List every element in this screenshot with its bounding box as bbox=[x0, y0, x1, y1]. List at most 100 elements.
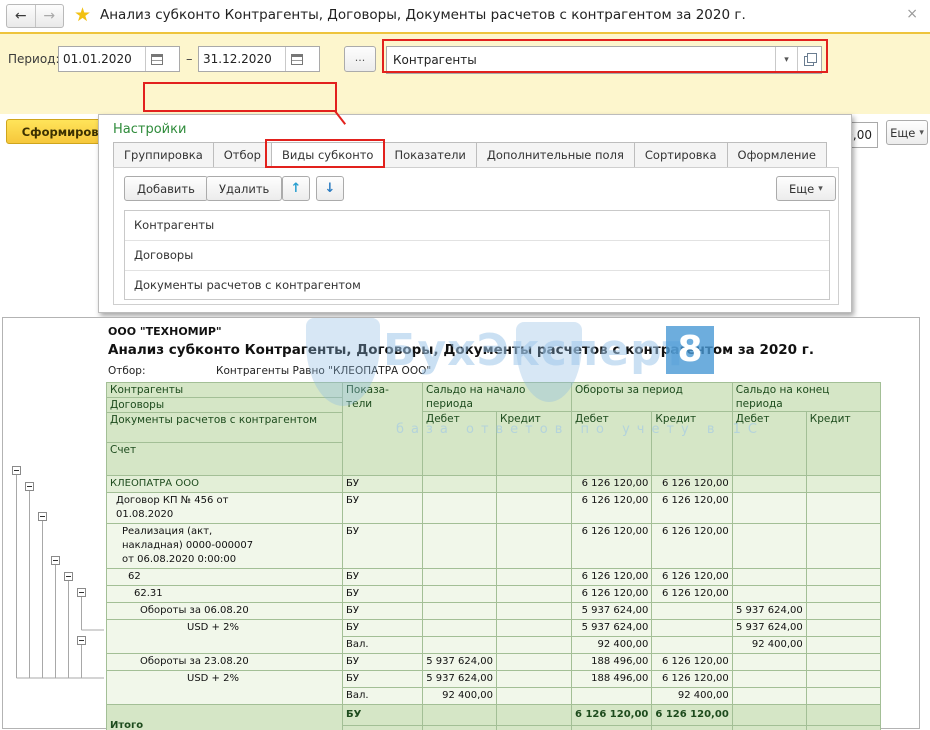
value-cell[interactable] bbox=[423, 524, 497, 569]
value-cell[interactable] bbox=[806, 637, 880, 654]
calendar-icon[interactable] bbox=[285, 47, 307, 71]
value-cell[interactable] bbox=[652, 603, 732, 620]
value-cell[interactable] bbox=[497, 726, 572, 730]
value-cell[interactable]: 6 126 120,00 bbox=[652, 705, 732, 726]
move-down-button[interactable]: ↓ bbox=[316, 176, 344, 201]
value-cell[interactable]: 5 937 624,00 bbox=[572, 620, 652, 637]
value-cell[interactable] bbox=[423, 603, 497, 620]
value-cell[interactable] bbox=[652, 637, 732, 654]
list-item[interactable]: Контрагенты bbox=[125, 211, 829, 241]
value-cell[interactable]: 6 126 120,00 bbox=[652, 524, 732, 569]
value-cell[interactable] bbox=[497, 524, 572, 569]
row-name-cell[interactable]: Итого bbox=[107, 705, 343, 730]
row-name-cell[interactable]: 62 bbox=[107, 569, 343, 586]
value-cell[interactable] bbox=[497, 603, 572, 620]
value-cell[interactable]: 92 400,00 bbox=[732, 637, 806, 654]
value-cell[interactable] bbox=[806, 620, 880, 637]
indicator-cell[interactable]: БУ bbox=[343, 671, 423, 688]
value-cell[interactable] bbox=[497, 476, 572, 493]
value-cell[interactable] bbox=[423, 586, 497, 603]
value-cell[interactable] bbox=[732, 586, 806, 603]
value-cell[interactable] bbox=[806, 569, 880, 586]
value-cell[interactable]: 6 126 120,00 bbox=[572, 524, 652, 569]
period-to-input[interactable] bbox=[199, 52, 285, 66]
value-cell[interactable] bbox=[423, 705, 497, 726]
tree-collapse-button[interactable] bbox=[25, 482, 34, 491]
value-cell[interactable] bbox=[497, 620, 572, 637]
indicator-cell[interactable]: БУ bbox=[343, 603, 423, 620]
value-cell[interactable]: 92 400,00 bbox=[572, 726, 652, 730]
tree-collapse-button[interactable] bbox=[64, 572, 73, 581]
value-cell[interactable]: 6 126 120,00 bbox=[652, 671, 732, 688]
subconto-combo-input[interactable] bbox=[387, 47, 775, 73]
value-cell[interactable] bbox=[423, 620, 497, 637]
value-cell[interactable] bbox=[732, 476, 806, 493]
row-name-cell[interactable]: Договор КП № 456 от 01.08.2020 bbox=[107, 493, 343, 524]
tab-appearance[interactable]: Оформление bbox=[728, 142, 827, 168]
value-cell[interactable] bbox=[497, 493, 572, 524]
tab-filter[interactable]: Отбор bbox=[214, 142, 272, 168]
value-cell[interactable]: 188 496,00 bbox=[572, 671, 652, 688]
value-cell[interactable] bbox=[497, 671, 572, 688]
tab-sorting[interactable]: Сортировка bbox=[635, 142, 728, 168]
row-name-cell[interactable]: USD + 2% bbox=[107, 671, 343, 705]
value-cell[interactable]: 6 126 120,00 bbox=[652, 586, 732, 603]
tree-collapse-button[interactable] bbox=[77, 636, 86, 645]
value-cell[interactable]: 92 400,00 bbox=[423, 688, 497, 705]
value-cell[interactable]: 5 937 624,00 bbox=[423, 654, 497, 671]
value-cell[interactable] bbox=[572, 688, 652, 705]
calendar-icon[interactable] bbox=[145, 47, 167, 71]
indicator-cell[interactable]: Вал. bbox=[343, 726, 423, 730]
value-cell[interactable] bbox=[806, 586, 880, 603]
value-cell[interactable] bbox=[806, 476, 880, 493]
row-name-cell[interactable]: 62.31 bbox=[107, 586, 343, 603]
value-cell[interactable]: 6 126 120,00 bbox=[652, 569, 732, 586]
chevron-down-icon[interactable]: ▾ bbox=[775, 47, 797, 73]
value-cell[interactable] bbox=[806, 705, 880, 726]
tree-collapse-button[interactable] bbox=[51, 556, 60, 565]
more-button-settings[interactable]: Еще▾ bbox=[776, 176, 836, 201]
value-cell[interactable] bbox=[732, 671, 806, 688]
value-cell[interactable] bbox=[732, 688, 806, 705]
value-cell[interactable]: 6 126 120,00 bbox=[652, 654, 732, 671]
value-cell[interactable] bbox=[423, 493, 497, 524]
tab-indicators[interactable]: Показатели bbox=[384, 142, 476, 168]
tree-collapse-button[interactable] bbox=[12, 466, 21, 475]
value-cell[interactable] bbox=[497, 586, 572, 603]
value-cell[interactable]: 5 937 624,00 bbox=[423, 671, 497, 688]
value-cell[interactable]: 5 937 624,00 bbox=[732, 620, 806, 637]
indicator-cell[interactable]: Вал. bbox=[343, 688, 423, 705]
value-cell[interactable] bbox=[732, 569, 806, 586]
add-button[interactable]: Добавить bbox=[124, 176, 208, 201]
value-cell[interactable]: 6 126 120,00 bbox=[572, 569, 652, 586]
value-cell[interactable] bbox=[497, 688, 572, 705]
indicator-cell[interactable]: БУ bbox=[343, 476, 423, 493]
value-cell[interactable]: 92 400,00 bbox=[572, 637, 652, 654]
indicator-cell[interactable]: БУ bbox=[343, 493, 423, 524]
value-cell[interactable] bbox=[806, 493, 880, 524]
value-cell[interactable] bbox=[497, 637, 572, 654]
value-cell[interactable] bbox=[497, 569, 572, 586]
value-cell[interactable] bbox=[806, 654, 880, 671]
close-icon[interactable]: × bbox=[906, 6, 918, 22]
row-name-cell[interactable]: Обороты за 06.08.20 bbox=[107, 603, 343, 620]
favorite-star-icon[interactable]: ★ bbox=[74, 4, 91, 26]
indicator-cell[interactable]: БУ bbox=[343, 705, 423, 726]
value-cell[interactable] bbox=[497, 654, 572, 671]
value-cell[interactable] bbox=[806, 726, 880, 730]
forward-icon[interactable]: → bbox=[36, 5, 64, 27]
value-cell[interactable] bbox=[423, 637, 497, 654]
value-cell[interactable] bbox=[732, 726, 806, 730]
value-cell[interactable] bbox=[497, 705, 572, 726]
indicator-cell[interactable]: БУ bbox=[343, 620, 423, 637]
value-cell[interactable]: 6 126 120,00 bbox=[572, 476, 652, 493]
value-cell[interactable]: 188 496,00 bbox=[572, 654, 652, 671]
move-up-button[interactable]: ↑ bbox=[282, 176, 310, 201]
value-cell[interactable]: 6 126 120,00 bbox=[652, 476, 732, 493]
tab-subconto-types[interactable]: Виды субконто bbox=[272, 142, 385, 168]
indicator-cell[interactable]: БУ bbox=[343, 586, 423, 603]
value-cell[interactable]: 5 937 624,00 bbox=[572, 603, 652, 620]
row-name-cell[interactable]: КЛЕОПАТРА ООО bbox=[107, 476, 343, 493]
row-name-cell[interactable]: USD + 2% bbox=[107, 620, 343, 654]
value-cell[interactable] bbox=[732, 493, 806, 524]
